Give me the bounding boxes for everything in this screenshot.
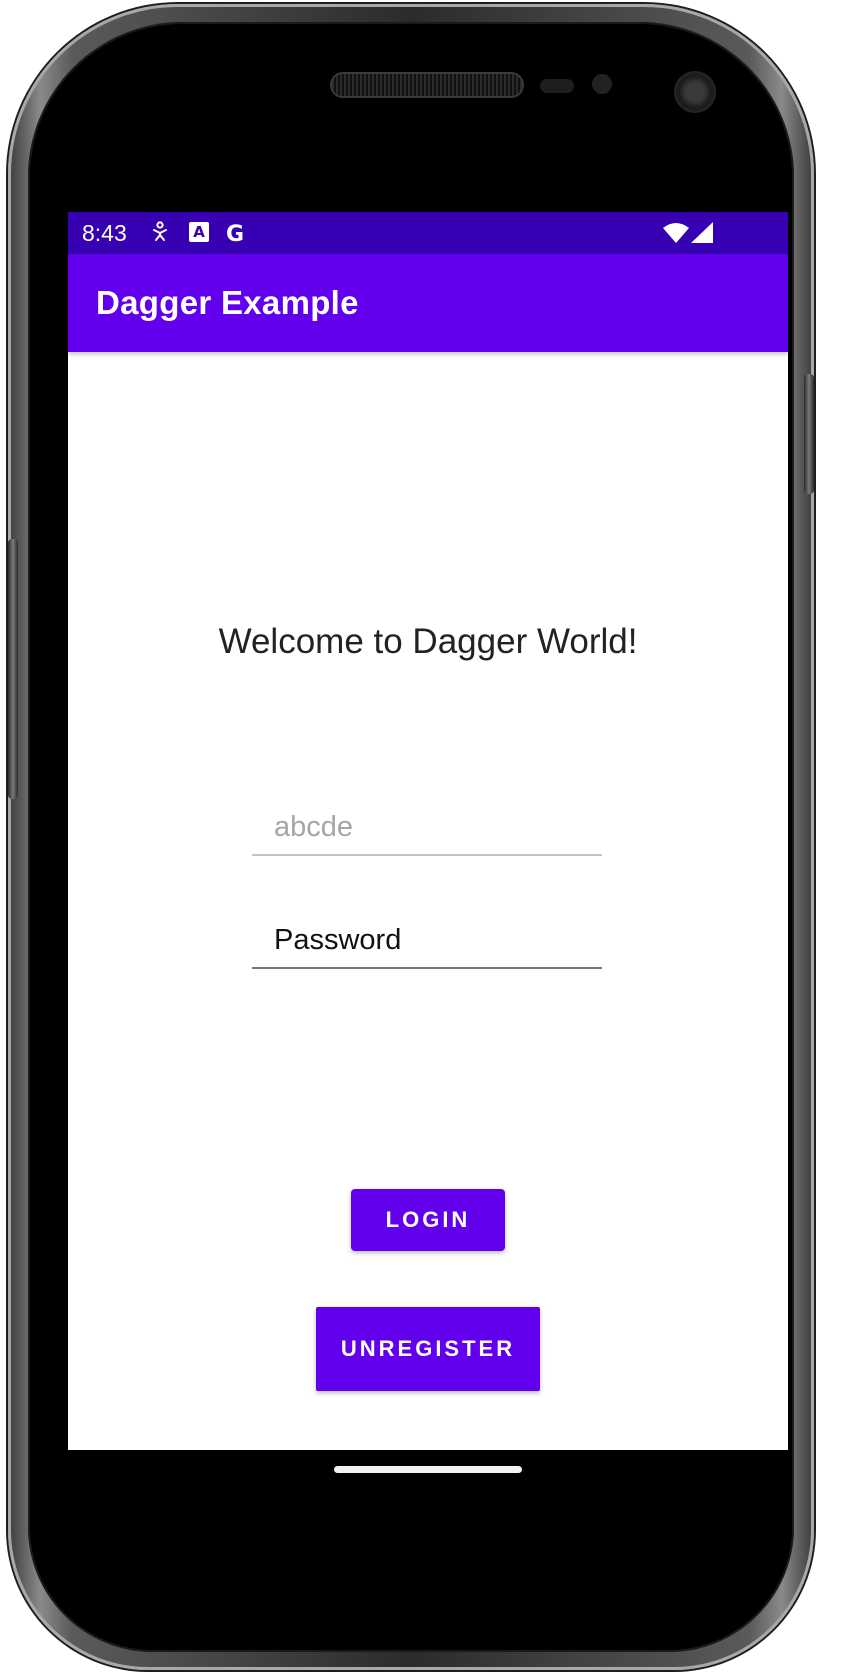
volume-rocker[interactable] bbox=[8, 539, 18, 799]
username-underline bbox=[252, 854, 602, 856]
app-bar: Dagger Example bbox=[68, 254, 788, 352]
login-content: Welcome to Dagger World! abcde Password … bbox=[68, 352, 788, 1450]
username-placeholder: abcde bbox=[274, 811, 354, 843]
app-title: Dagger Example bbox=[96, 284, 359, 321]
wifi-icon bbox=[662, 222, 690, 249]
proximity-sensor bbox=[540, 79, 574, 93]
status-bar: 8:43 A G bbox=[68, 212, 788, 254]
username-field[interactable]: abcde bbox=[252, 804, 602, 856]
home-gesture-handle[interactable] bbox=[334, 1466, 522, 1473]
password-underline bbox=[252, 967, 602, 969]
accessibility-icon bbox=[150, 221, 170, 248]
google-icon: G bbox=[223, 221, 247, 250]
password-text: Password bbox=[274, 924, 402, 956]
navigation-bar bbox=[68, 1450, 788, 1494]
text-badge-icon: A bbox=[188, 221, 210, 248]
front-camera bbox=[676, 73, 714, 111]
light-sensor bbox=[592, 74, 612, 94]
cell-signal-icon bbox=[690, 222, 714, 249]
google-glyph: G bbox=[226, 222, 244, 245]
welcome-heading: Welcome to Dagger World! bbox=[218, 622, 638, 661]
device-screen: 8:43 A G Dagger Example Welcome to Dagge… bbox=[68, 212, 788, 1494]
power-button[interactable] bbox=[804, 374, 814, 494]
earpiece-speaker bbox=[332, 74, 522, 96]
login-button[interactable]: LOGIN bbox=[351, 1189, 505, 1251]
password-field[interactable]: Password bbox=[252, 917, 602, 969]
status-time: 8:43 bbox=[82, 220, 127, 246]
unregister-button[interactable]: UNREGISTER bbox=[316, 1307, 540, 1391]
text-badge-glyph: A bbox=[193, 223, 205, 241]
